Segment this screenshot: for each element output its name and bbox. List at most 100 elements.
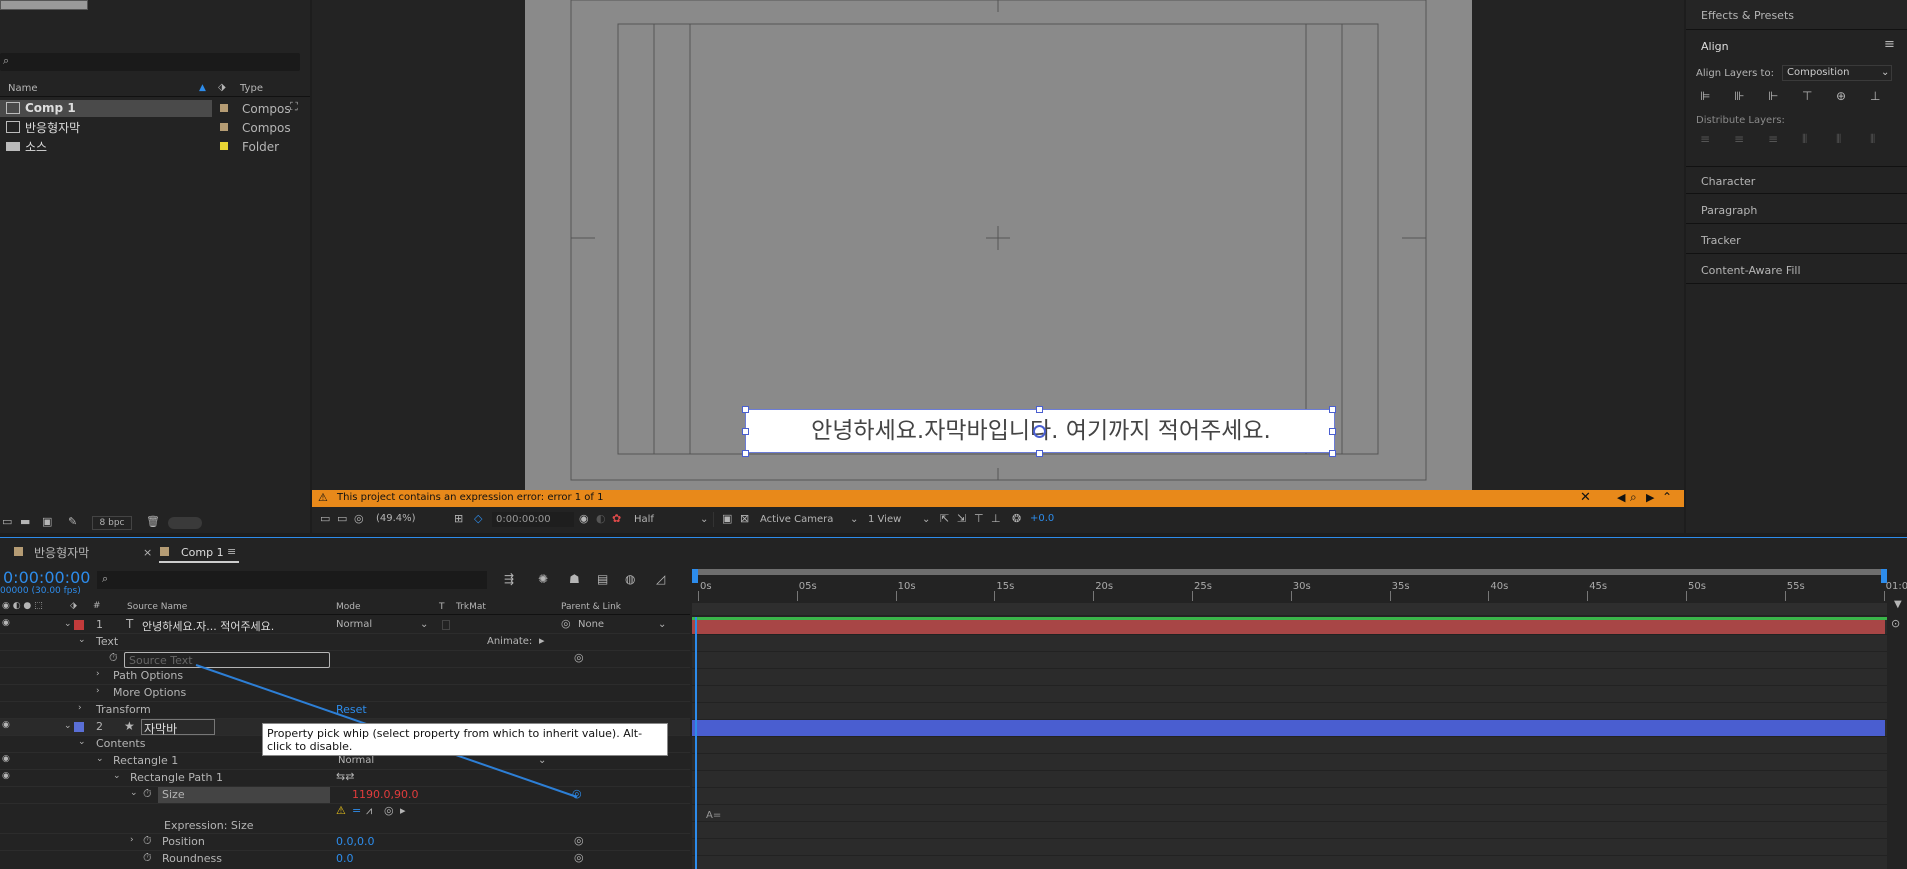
animate-menu-icon[interactable]: ▸ [539,634,545,647]
expand-chevron-icon[interactable]: ⌄ [78,635,86,645]
panel-menu-icon[interactable]: ≡ [227,545,236,558]
exposure-value[interactable]: +0.0 [1030,513,1054,524]
effects-presets-header[interactable]: Effects & Presets [1686,0,1907,30]
pick-whip-icon[interactable]: ◎ [574,834,584,847]
pick-whip-icon[interactable]: ◎ [561,617,571,630]
label-color-swatch[interactable] [220,142,228,150]
layer-name[interactable]: 안녕하세요.자... 적어주세요. [142,618,274,634]
time-navigator[interactable] [692,603,1887,615]
adjust-icon[interactable]: ✎ [68,515,77,528]
character-panel-header[interactable]: Character [1686,166,1907,194]
current-time-field[interactable]: 0:00:00:00 [492,512,574,527]
pick-whip-icon[interactable]: ◎ [572,787,582,800]
align-right-icon[interactable]: ⊩ [1768,89,1778,103]
new-composition-icon[interactable]: ▣ [42,515,52,528]
current-timecode[interactable]: 0:00:00:00 [3,568,90,587]
timeline-scrollbar[interactable]: ▼ ⊙ [1889,597,1907,869]
work-area-start-handle[interactable] [692,569,698,583]
av-features-icon[interactable]: ◉ ◐ ● ⬚ [2,601,43,611]
text-group-row[interactable]: ⌄ Text Animate: ▸ [0,634,690,651]
snapshot-icon[interactable]: ◉ [579,512,589,525]
timeline-icon[interactable]: ⊤ [974,512,984,525]
project-item-responsive-caption[interactable]: 반응형자막 [0,119,212,136]
previous-error-icon[interactable]: ◀ [1617,491,1625,504]
stopwatch-icon[interactable]: ⏱ [143,787,152,801]
visibility-icon[interactable]: ◉ [2,754,10,764]
close-tab-icon[interactable]: × [143,546,152,559]
expand-chevron-icon[interactable]: ⌄ [130,788,138,798]
path-options-row[interactable]: › Path Options [0,668,690,685]
expand-chevron-icon[interactable]: ⌄ [78,737,86,747]
new-folder-icon[interactable]: ▬ [20,515,30,528]
content-aware-fill-header[interactable]: Content-Aware Fill [1686,256,1907,284]
size-row[interactable]: ⌄ ⏱ Size 1190.0,90.0 ◎ [0,787,690,804]
roundness-value[interactable]: 0.0 [336,852,354,865]
expand-chevron-icon[interactable]: › [96,686,100,696]
mask-icon[interactable]: ◎ [354,512,364,525]
panel-menu-icon[interactable]: ≡ [1884,37,1895,52]
blend-mode-dropdown[interactable]: Normal ⌄ [336,618,432,633]
layer1-bar[interactable] [692,620,1885,634]
draft-3d-icon[interactable]: ✺ [538,572,548,586]
subtitle-bar[interactable]: 안녕하세요.자막바입니다. 여기까지 적어주세요. [742,406,1336,457]
label-color-swatch[interactable] [220,104,228,112]
fast-previews-icon[interactable]: ⇲ [957,512,966,525]
flowchart-icon[interactable]: ⛶ [290,100,298,114]
flowchart-icon[interactable]: ⊥ [991,512,1001,525]
transform-handle[interactable] [1329,450,1336,457]
view-layout-dropdown[interactable]: 1 View ⌄ [868,512,932,527]
align-horizontal-center-icon[interactable]: ⊪ [1734,89,1744,103]
align-left-icon[interactable]: ⊫ [1700,89,1710,103]
layer-label-color[interactable] [74,722,84,732]
align-target-dropdown[interactable]: Composition ⌄ [1782,65,1892,81]
source-text-field[interactable]: Source Text [124,652,330,668]
align-vertical-center-icon[interactable]: ⊕ [1836,89,1846,103]
label-column-icon[interactable]: ⬗ [218,82,226,93]
layer2-bar[interactable] [692,719,1885,736]
pick-whip-icon[interactable]: ◎ [574,851,584,864]
align-bottom-icon[interactable]: ⊥ [1870,89,1880,103]
comp-button-icon[interactable]: ⊙ [1891,617,1900,630]
position-row[interactable]: › ⏱ Position 0.0,0.0 ◎ [0,834,690,851]
transform-handle[interactable] [742,406,749,413]
transform-handle[interactable] [742,428,749,435]
paragraph-panel-header[interactable]: Paragraph [1686,196,1907,224]
tab-responsive-caption[interactable]: 반응형자막 [34,544,89,561]
current-time-indicator[interactable] [695,617,697,869]
work-area-bar[interactable] [692,569,1887,575]
collapse-icon[interactable]: ⌃ [1662,490,1672,504]
transform-handle[interactable] [742,450,749,457]
bpc-button[interactable]: 8 bpc [92,516,132,530]
preserve-transparency-toggle[interactable] [442,620,450,630]
choose-grid-icon[interactable]: ⊞ [454,512,463,525]
more-options-row[interactable]: › More Options [0,685,690,702]
anchor-point-icon[interactable] [1033,425,1046,438]
visibility-icon[interactable]: ◉ [2,771,10,781]
parent-dropdown[interactable]: None ⌄ [578,618,672,633]
toggle-pixel-aspect-icon[interactable]: ⇱ [940,512,949,525]
timeline-search-input[interactable]: ⌕ [97,571,487,589]
layer-label-color[interactable] [74,620,84,630]
transparency-grid-icon[interactable]: ⊠ [740,512,749,525]
expand-chevron-icon[interactable]: › [96,669,100,679]
expand-chevron-icon[interactable]: ⌄ [113,771,121,781]
visibility-icon[interactable]: ◉ [2,618,10,628]
source-name-header[interactable]: Source Name [127,602,187,612]
frame-blending-icon[interactable]: ▤ [597,572,608,586]
pick-whip-icon[interactable]: ◎ [574,651,584,664]
monitor-icon[interactable]: ▭ [337,512,347,525]
tab-comp1[interactable]: Comp 1 [181,546,224,559]
channel-icon[interactable]: ✿ [612,512,621,525]
motion-blur-icon[interactable]: ◍ [625,572,635,586]
align-top-icon[interactable]: ⊤ [1802,89,1812,103]
expand-chevron-icon[interactable]: ⌄ [64,619,72,629]
roundness-row[interactable]: ⏱ Roundness 0.0 ◎ [0,851,690,868]
stopwatch-icon[interactable]: ⏱ [143,834,152,848]
camera-dropdown[interactable]: Active Camera ⌄ [760,512,860,527]
transform-handle[interactable] [1329,428,1336,435]
scroll-handle[interactable] [168,517,202,529]
toggle-mask-icon[interactable]: ◇ [474,512,482,525]
type-column-header[interactable]: Type [240,83,263,94]
expand-chevron-icon[interactable]: › [78,703,82,713]
layer-name[interactable]: 자막바 [141,719,215,736]
